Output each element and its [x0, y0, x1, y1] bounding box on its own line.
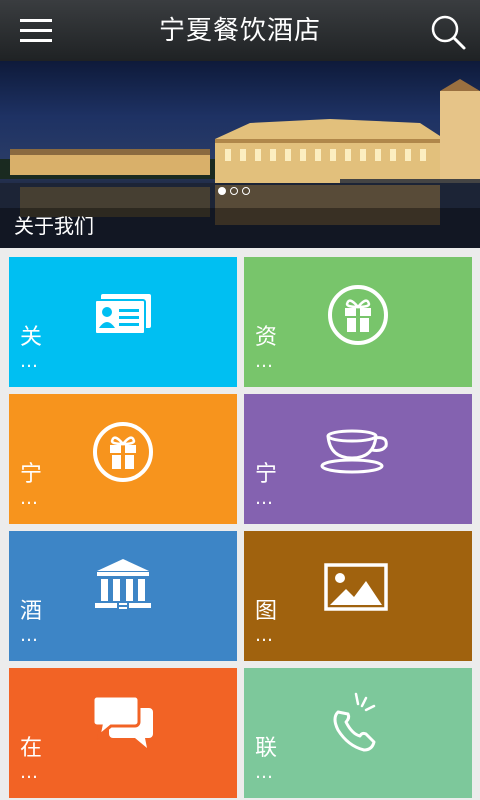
page-title: 宁夏餐饮酒店 — [158, 16, 321, 46]
gift-icon — [328, 285, 388, 345]
gift-icon — [93, 422, 153, 482]
tile-label: 宁 — [255, 462, 278, 487]
tile-ellipsis: … — [255, 762, 274, 783]
tile-ellipsis: … — [255, 351, 274, 372]
slide-dot[interactable] — [230, 187, 238, 195]
tile-label: 酒 — [20, 599, 43, 624]
phone-icon — [333, 692, 376, 752]
tile-contact[interactable]: 联 … — [244, 668, 472, 798]
tile-ellipsis: … — [20, 625, 39, 646]
slide-indicator — [218, 187, 250, 195]
search-icon[interactable] — [428, 12, 468, 52]
tile-ellipsis: … — [255, 488, 274, 509]
tile-label: 资 — [255, 325, 278, 350]
tile-ningxia-2[interactable]: 宁 … — [244, 394, 472, 524]
tile-hotel[interactable]: 酒 … — [9, 531, 237, 661]
building-icon — [95, 559, 151, 609]
slide-dot[interactable] — [218, 187, 226, 195]
top-bar: 宁夏餐饮酒店 — [0, 0, 480, 61]
chat-bubbles-icon — [91, 694, 153, 748]
banner-caption-bar: 关于我们 — [0, 208, 480, 248]
picture-icon — [324, 563, 388, 611]
tile-about[interactable]: 关 … — [9, 257, 237, 387]
teacup-icon — [320, 429, 388, 474]
tile-ningxia-1[interactable]: 宁 … — [9, 394, 237, 524]
tile-label: 关 — [20, 325, 43, 350]
tile-label: 联 — [255, 736, 278, 761]
tile-resources[interactable]: 资 … — [244, 257, 472, 387]
hero-banner[interactable]: 关于我们 — [0, 61, 480, 248]
tile-online[interactable]: 在 … — [9, 668, 237, 798]
slide-dot[interactable] — [242, 187, 250, 195]
tile-gallery[interactable]: 图 … — [244, 531, 472, 661]
banner-caption: 关于我们 — [14, 214, 94, 238]
tile-ellipsis: … — [255, 625, 274, 646]
tile-label: 图 — [255, 599, 278, 624]
tile-label: 在 — [20, 736, 43, 761]
tile-label: 宁 — [20, 462, 43, 487]
tile-ellipsis: … — [20, 351, 39, 372]
tile-ellipsis: … — [20, 762, 39, 783]
id-card-icon — [94, 294, 151, 335]
tile-ellipsis: … — [20, 488, 39, 509]
